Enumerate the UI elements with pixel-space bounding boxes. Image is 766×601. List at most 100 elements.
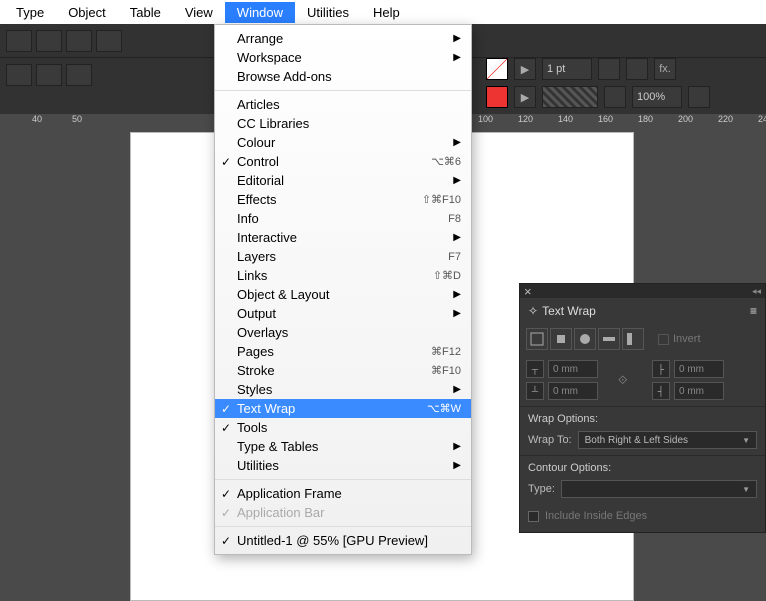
tool-button[interactable] [96,30,122,52]
contour-type-label: Type: [528,483,555,495]
offset-top-field[interactable]: 0 mm [548,360,598,378]
menu-item[interactable]: Articles [215,95,471,114]
panel-menu-icon[interactable]: ≡ [750,304,757,318]
wrap-to-label: Wrap To: [528,434,572,446]
wrap-shape-icon[interactable] [574,328,596,350]
panel-titlebar[interactable]: × ◂◂ [520,284,765,298]
play-icon[interactable]: ▶ [514,58,536,80]
offset-right-field[interactable]: 0 mm [674,382,724,400]
menu-shortcut: ⇧⌘D [433,269,461,282]
more-icon[interactable] [688,86,710,108]
menu-item[interactable]: Workspace▶ [215,48,471,67]
menu-item[interactable]: Links⇧⌘D [215,266,471,285]
fill-swatch[interactable] [486,58,508,80]
fx-label: fx. [659,63,671,75]
wrap-jump-icon[interactable] [598,328,620,350]
check-icon: ✓ [221,421,231,435]
include-inside-checkbox[interactable]: Include Inside Edges [520,504,765,532]
wrap-bbox-icon[interactable] [550,328,572,350]
menu-item[interactable]: Editorial▶ [215,171,471,190]
menu-object[interactable]: Object [56,2,118,23]
menu-utilities[interactable]: Utilities [295,2,361,23]
menu-item[interactable]: CC Libraries [215,114,471,133]
menu-item[interactable]: Type & Tables▶ [215,437,471,456]
menu-item[interactable]: Effects⇧⌘F10 [215,190,471,209]
ruler-tick: 180 [638,114,653,124]
panel-tab[interactable]: ✧Text Wrap ≡ [520,298,765,324]
close-icon[interactable]: × [524,284,532,299]
include-inside-label: Include Inside Edges [545,510,647,522]
wrap-column-icon[interactable] [622,328,644,350]
stroke-weight-value: 1 pt [547,63,565,75]
menu-item[interactable]: ✓Text Wrap⌥⌘W [215,399,471,418]
tool-button[interactable] [6,30,32,52]
ruler-tick: 160 [598,114,613,124]
menu-item[interactable]: ✓Control⌥⌘6 [215,152,471,171]
submenu-arrow-icon: ▶ [453,33,461,44]
menu-item-label: Utilities [237,458,453,473]
menu-item[interactable]: ✓Application Frame [215,484,471,503]
menu-item-label: Object & Layout [237,287,453,302]
menu-item[interactable]: Object & Layout▶ [215,285,471,304]
menu-type[interactable]: Type [4,2,56,23]
opacity-field[interactable]: 100% [632,86,682,108]
stroke-style-field[interactable] [542,86,598,108]
tool-button[interactable] [36,30,62,52]
menu-item-label: Application Bar [237,505,461,520]
menu-item[interactable]: Output▶ [215,304,471,323]
menu-item[interactable]: LayersF7 [215,247,471,266]
corner-icon[interactable] [626,58,648,80]
submenu-arrow-icon: ▶ [453,441,461,452]
opacity-icon[interactable] [604,86,626,108]
tool-button[interactable] [6,64,32,86]
offset-right-icon: ┤ [652,382,670,400]
menu-window[interactable]: Window [225,2,295,23]
menu-item[interactable]: Pages⌘F12 [215,342,471,361]
menu-item[interactable]: Overlays [215,323,471,342]
menu-item[interactable]: InfoF8 [215,209,471,228]
offset-bottom-field[interactable]: 0 mm [548,382,598,400]
link-offsets-icon[interactable]: ⟐ [618,373,632,388]
contour-type-select[interactable]: ▼ [561,480,757,498]
menu-item[interactable]: Utilities▶ [215,456,471,475]
check-icon: ✓ [221,402,231,416]
ruler-tick: 100 [478,114,493,124]
menu-item[interactable]: Arrange▶ [215,29,471,48]
wrap-to-select[interactable]: Both Right & Left Sides▼ [578,431,757,449]
stroke-weight-field[interactable]: 1 pt [542,58,592,80]
menu-help[interactable]: Help [361,2,412,23]
menu-item-label: Effects [237,192,422,207]
tool-button[interactable] [36,64,62,86]
menu-item[interactable]: Interactive▶ [215,228,471,247]
wrap-none-icon[interactable] [526,328,548,350]
collapse-icon[interactable]: ◂◂ [752,286,761,297]
tool-button[interactable] [66,64,92,86]
offset-bottom-icon: ┴ [526,382,544,400]
ruler-tick: 40 [32,114,42,124]
menu-table[interactable]: Table [118,2,173,23]
fx-button[interactable]: fx. [654,58,676,80]
menu-item-label: Layers [237,249,448,264]
control-fill-row: ▶ 100% [486,86,710,108]
menu-item[interactable]: ✓Tools [215,418,471,437]
menu-item-label: Links [237,268,433,283]
menu-item-label: Control [237,154,431,169]
tool-button[interactable] [66,30,92,52]
check-icon: ✓ [221,506,231,520]
text-wrap-panel: × ◂◂ ✧Text Wrap ≡ Invert ┬0 mm ┴0 mm ⟐ ├… [519,283,766,533]
menu-view[interactable]: View [173,2,225,23]
offset-left-field[interactable]: 0 mm [674,360,724,378]
stroke-swatch[interactable] [486,86,508,108]
menu-item[interactable]: Stroke⌘F10 [215,361,471,380]
menu-item-label: Articles [237,97,461,112]
checkbox-icon [528,511,539,522]
menu-item[interactable]: ✓Untitled-1 @ 55% [GPU Preview] [215,531,471,550]
menu-item[interactable]: Colour▶ [215,133,471,152]
corner-icon[interactable] [598,58,620,80]
menu-item[interactable]: Styles▶ [215,380,471,399]
menu-item[interactable]: Browse Add-ons [215,67,471,86]
submenu-arrow-icon: ▶ [453,460,461,471]
ruler-tick: 140 [558,114,573,124]
play-icon[interactable]: ▶ [514,86,536,108]
check-icon: ✓ [221,487,231,501]
